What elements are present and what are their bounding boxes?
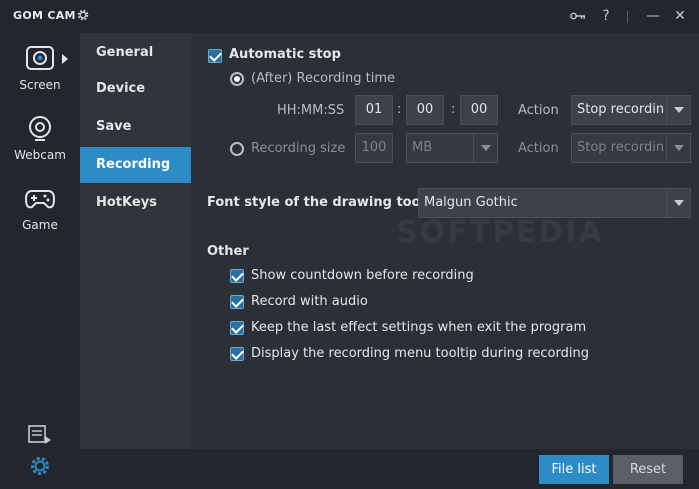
mode-game-label: Game xyxy=(22,218,58,232)
font-style-select[interactable]: Malgun Gothic xyxy=(418,188,691,218)
recording-size-radio[interactable] xyxy=(230,142,244,156)
size-action-select[interactable]: Stop recordin xyxy=(571,133,691,163)
recording-time-label: (After) Recording time xyxy=(251,71,396,86)
countdown-checkbox[interactable] xyxy=(230,269,244,283)
settings-menu: General Device Save Recording HotKeys xyxy=(80,33,191,489)
mode-sidebar: Screen Webcam Game xyxy=(0,33,80,489)
reset-button[interactable]: Reset xyxy=(613,455,683,484)
expand-arrow-icon[interactable] xyxy=(62,54,68,64)
gamepad-icon xyxy=(24,190,56,209)
mode-screen-label: Screen xyxy=(19,78,61,92)
size-action-label: Action xyxy=(518,141,559,156)
time-colon: : xyxy=(451,102,456,117)
mode-game[interactable]: Game xyxy=(0,181,80,241)
chevron-down-icon xyxy=(666,96,690,124)
footer-left xyxy=(80,449,191,489)
minimize-icon[interactable]: — xyxy=(645,8,661,24)
size-input[interactable]: 100 xyxy=(355,133,393,163)
webcam-icon xyxy=(29,116,51,141)
key-icon[interactable] xyxy=(570,8,586,24)
font-style-label: Font style of the drawing tools xyxy=(207,195,433,210)
size-action-value: Stop recordin xyxy=(577,140,665,155)
automatic-stop-label: Automatic stop xyxy=(229,47,341,62)
settings-gear-icon[interactable] xyxy=(76,8,90,22)
menu-tooltip-checkbox[interactable] xyxy=(230,347,244,361)
settings-gear-icon[interactable] xyxy=(29,455,51,477)
automatic-stop-checkbox[interactable] xyxy=(208,49,222,63)
menu-tooltip-label: Display the recording menu tooltip durin… xyxy=(251,346,589,361)
font-style-value: Malgun Gothic xyxy=(424,195,518,210)
help-icon[interactable]: ? xyxy=(598,8,614,24)
file-list-button[interactable]: File list xyxy=(539,455,609,484)
keep-effects-checkbox[interactable] xyxy=(230,321,244,335)
time-action-label: Action xyxy=(518,103,559,118)
record-audio-checkbox[interactable] xyxy=(230,295,244,309)
recording-size-label: Recording size xyxy=(251,141,346,156)
minutes-input[interactable]: 00 xyxy=(406,95,444,125)
size-unit-select[interactable]: MB xyxy=(406,133,498,163)
close-icon[interactable]: ✕ xyxy=(672,8,688,24)
recording-settings-panel: Automatic stop (After) Recording time HH… xyxy=(191,33,699,449)
hours-input[interactable]: 01 xyxy=(355,95,393,125)
footer-bar: File list Reset xyxy=(191,449,699,489)
title-bar: GOM CAM ? — ✕ xyxy=(0,0,699,33)
time-action-select[interactable]: Stop recordin xyxy=(571,95,691,125)
menu-item-general[interactable]: General xyxy=(80,35,191,71)
video-list-icon[interactable] xyxy=(28,425,52,445)
other-heading: Other xyxy=(207,244,249,259)
titlebar-divider xyxy=(627,11,628,23)
menu-item-save[interactable]: Save xyxy=(80,109,191,145)
record-audio-label: Record with audio xyxy=(251,294,368,309)
screen-capture-icon xyxy=(26,46,54,70)
watermark: SOFTPEDIA xyxy=(396,215,604,250)
time-colon: : xyxy=(397,102,402,117)
app-title: GOM CAM xyxy=(13,9,76,22)
chevron-down-icon xyxy=(473,134,497,162)
countdown-label: Show countdown before recording xyxy=(251,268,474,283)
seconds-input[interactable]: 00 xyxy=(460,95,498,125)
time-format-label: HH:MM:SS xyxy=(277,103,345,118)
keep-effects-label: Keep the last effect settings when exit … xyxy=(251,320,587,335)
mode-webcam[interactable]: Webcam xyxy=(0,111,80,171)
menu-item-device[interactable]: Device xyxy=(80,71,191,107)
recording-time-radio[interactable] xyxy=(230,72,244,86)
chevron-down-icon xyxy=(666,134,690,162)
time-action-value: Stop recordin xyxy=(577,102,665,117)
mode-webcam-label: Webcam xyxy=(14,148,66,162)
size-unit-value: MB xyxy=(412,140,433,155)
mode-screen[interactable]: Screen xyxy=(0,41,80,101)
menu-item-hotkeys[interactable]: HotKeys xyxy=(80,185,191,221)
menu-item-recording[interactable]: Recording xyxy=(80,147,191,183)
chevron-down-icon xyxy=(666,189,690,217)
